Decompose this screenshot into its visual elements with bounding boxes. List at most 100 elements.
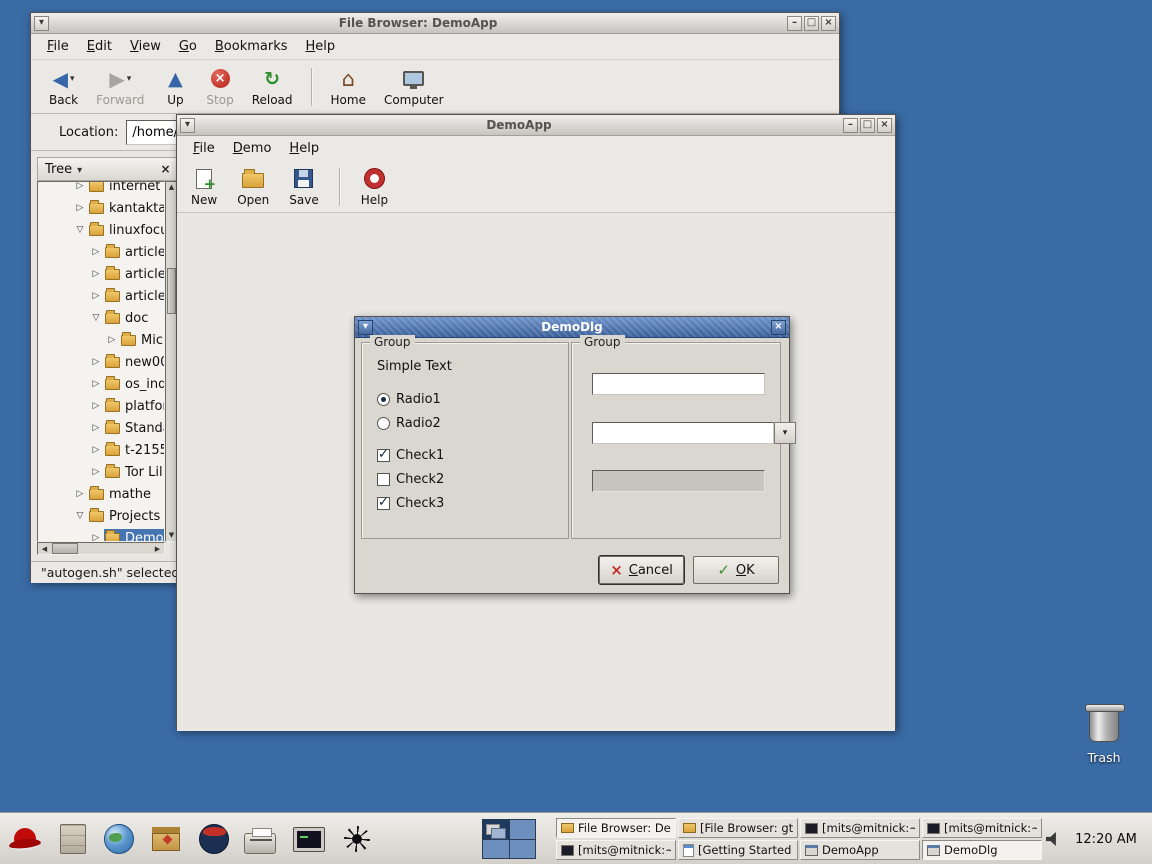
window-menu-icon[interactable] — [180, 118, 195, 133]
tree-item[interactable]: platfor — [38, 395, 164, 417]
text-entry[interactable] — [592, 373, 765, 395]
tree-item[interactable]: Tor Lil — [38, 461, 164, 483]
reload-button[interactable]: Reload — [246, 65, 299, 109]
menu-file[interactable]: File — [39, 36, 77, 57]
demodlg-titlebar[interactable]: DemoDlg — [355, 317, 789, 338]
scrollbar-thumb[interactable] — [52, 543, 78, 554]
task-file-browser[interactable]: File Browser: De — [556, 818, 676, 838]
workspace-3[interactable] — [483, 840, 509, 859]
combo-entry[interactable] — [592, 422, 774, 444]
tree-expander-icon[interactable] — [90, 247, 102, 257]
tree-expander-icon[interactable] — [90, 379, 102, 389]
tree-item[interactable]: t-2155 — [38, 439, 164, 461]
task-terminal-2[interactable]: [mits@mitnick:~ — [922, 818, 1042, 838]
tree-item[interactable]: linuxfocu — [38, 219, 164, 241]
tree-item[interactable]: os_ind — [38, 373, 164, 395]
save-button[interactable]: Save — [283, 165, 324, 209]
file-browser-titlebar[interactable]: File Browser: DemoApp — [31, 13, 839, 34]
tree-expander-icon[interactable] — [90, 401, 102, 411]
menu-demo[interactable]: Demo — [225, 138, 280, 159]
back-dropdown-icon[interactable]: ▾ — [70, 74, 75, 84]
volume-speaker-icon[interactable] — [1046, 832, 1062, 846]
trash-can-icon[interactable] — [1089, 708, 1119, 742]
tree-expander-icon[interactable] — [74, 225, 86, 235]
computer-button[interactable]: Computer — [378, 65, 450, 109]
tree-item[interactable]: mathe — [38, 483, 164, 505]
window-menu-icon[interactable] — [34, 16, 49, 31]
check2[interactable]: Check2 — [377, 471, 444, 487]
combo-box[interactable] — [592, 422, 772, 444]
tree-item[interactable]: doc — [38, 307, 164, 329]
tree-item[interactable]: article — [38, 285, 164, 307]
tree-expander-icon[interactable] — [90, 357, 102, 367]
menu-view[interactable]: View — [122, 36, 169, 57]
up-button[interactable]: Up — [156, 65, 194, 109]
ok-button[interactable]: OK — [693, 556, 779, 584]
task-demoapp[interactable]: DemoApp — [800, 840, 920, 860]
file-manager-launcher[interactable] — [54, 820, 92, 858]
menu-edit[interactable]: Edit — [79, 36, 120, 57]
tree-expander-icon[interactable] — [90, 467, 102, 477]
task-terminal-1[interactable]: [mits@mitnick:~ — [800, 818, 920, 838]
trash-icon[interactable]: Trash — [1072, 708, 1136, 765]
task-getting-started[interactable]: [Getting Started — [678, 840, 798, 860]
workspace-2[interactable] — [510, 820, 536, 839]
close-icon[interactable] — [771, 320, 786, 335]
scrollbar-thumb[interactable] — [167, 268, 176, 314]
combo-dropdown-icon[interactable] — [774, 422, 796, 444]
mozilla-launcher[interactable] — [195, 820, 233, 858]
window-menu-icon[interactable] — [358, 320, 373, 335]
task-file-browser-min[interactable]: [File Browser: gt — [678, 818, 798, 838]
tree-item[interactable]: internet — [38, 181, 164, 197]
minimize-icon[interactable] — [843, 118, 858, 133]
stop-button[interactable]: Stop — [200, 65, 239, 109]
tree-view[interactable]: internet kantakta linuxfocu article arti… — [37, 181, 165, 542]
maximize-icon[interactable] — [860, 118, 875, 133]
maximize-icon[interactable] — [804, 16, 819, 31]
help-button[interactable]: Help — [355, 165, 394, 209]
task-demodlg[interactable]: DemoDlg — [922, 840, 1042, 860]
tree-expander-icon[interactable] — [74, 181, 86, 191]
tree-expander-icon[interactable] — [90, 445, 102, 455]
spider-launcher[interactable] — [338, 820, 376, 858]
tree-item[interactable]: article — [38, 263, 164, 285]
back-button[interactable]: ▾ Back — [43, 65, 84, 109]
tree-expander-icon[interactable] — [74, 203, 86, 213]
cancel-button[interactable]: Cancel — [599, 556, 684, 584]
open-button[interactable]: Open — [231, 165, 275, 209]
forward-dropdown-icon[interactable]: ▾ — [127, 74, 132, 84]
home-button[interactable]: Home — [325, 65, 372, 109]
tree-expander-icon[interactable] — [106, 335, 118, 345]
printer-launcher[interactable] — [241, 820, 279, 858]
scroll-right-icon[interactable]: ▶ — [151, 543, 164, 554]
tree-expander-icon[interactable] — [74, 511, 86, 521]
tree-item[interactable]: new00 — [38, 351, 164, 373]
web-browser-launcher[interactable] — [100, 820, 138, 858]
radio1[interactable]: Radio1 — [377, 391, 441, 407]
menu-bookmarks[interactable]: Bookmarks — [207, 36, 296, 57]
tree-item[interactable]: article — [38, 241, 164, 263]
close-icon[interactable] — [877, 118, 892, 133]
check1[interactable]: Check1 — [377, 447, 444, 463]
tree-expander-icon[interactable] — [90, 269, 102, 279]
scroll-left-icon[interactable]: ◀ — [38, 543, 51, 554]
menu-help[interactable]: Help — [298, 36, 344, 57]
forward-button[interactable]: ▾ Forward — [90, 65, 150, 109]
tree-item-selected[interactable]: Demo — [38, 527, 164, 542]
tree-item[interactable]: Mic — [38, 329, 164, 351]
menu-go[interactable]: Go — [171, 36, 205, 57]
tree-item[interactable]: Projects — [38, 505, 164, 527]
new-button[interactable]: New — [185, 165, 223, 209]
task-terminal-3[interactable]: [mits@mitnick:~ — [556, 840, 676, 860]
workspace-4[interactable] — [510, 840, 536, 859]
terminal-launcher[interactable] — [290, 820, 328, 858]
software-launcher[interactable] — [147, 820, 185, 858]
minimize-icon[interactable] — [787, 16, 802, 31]
tree-expander-icon[interactable] — [90, 291, 102, 301]
tree-item[interactable]: kantakta — [38, 197, 164, 219]
demoapp-titlebar[interactable]: DemoApp — [177, 115, 895, 136]
radio2[interactable]: Radio2 — [377, 415, 441, 431]
menu-help[interactable]: Help — [281, 138, 327, 159]
tree-expander-icon[interactable] — [90, 423, 102, 433]
tree-expander-icon[interactable] — [74, 489, 86, 499]
